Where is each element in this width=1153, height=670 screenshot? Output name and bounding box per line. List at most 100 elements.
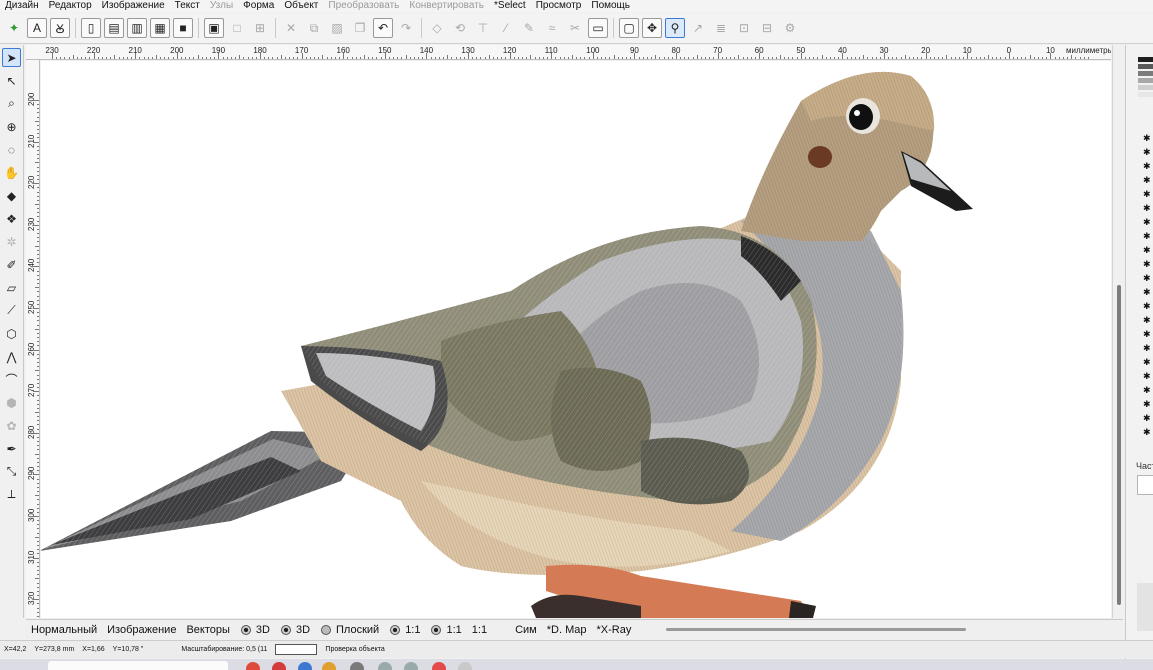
menu-item[interactable]: Редактор bbox=[44, 0, 97, 12]
ungroup-icon[interactable]: ⊟ bbox=[757, 18, 777, 38]
rotate-icon[interactable]: ⟲ bbox=[450, 18, 470, 38]
view-option-radio[interactable] bbox=[431, 624, 442, 635]
view-toggle[interactable]: *X-Ray bbox=[591, 624, 636, 636]
color-sequence-bullet[interactable]: ✱ bbox=[1143, 385, 1151, 396]
color-sequence-bullet[interactable]: ✱ bbox=[1143, 315, 1151, 326]
menu-item[interactable]: Узлы bbox=[205, 0, 238, 12]
magic-wand-icon[interactable]: ⚲ bbox=[665, 18, 685, 38]
knife-icon[interactable]: ⟋ bbox=[2, 301, 21, 320]
color-sequence-bullet[interactable]: ✱ bbox=[1143, 259, 1151, 270]
view-mode-tab[interactable]: Нормальный bbox=[26, 624, 102, 636]
brush-icon[interactable]: ✐ bbox=[2, 255, 21, 274]
wizard-icon[interactable]: ✦ bbox=[4, 18, 24, 38]
view-option-radio[interactable] bbox=[321, 624, 332, 635]
edit-icon[interactable]: ✎ bbox=[519, 18, 539, 38]
select-all-icon[interactable]: □ bbox=[227, 18, 247, 38]
view-option-label[interactable]: 3D bbox=[251, 624, 275, 636]
color-sequence-bullet[interactable]: ✱ bbox=[1143, 413, 1151, 424]
eraser-icon[interactable]: ▱ bbox=[2, 278, 21, 297]
view-option-radio[interactable] bbox=[240, 624, 251, 635]
color-sequence-bullet[interactable]: ✱ bbox=[1143, 175, 1151, 186]
thread-color-swatch[interactable] bbox=[1138, 78, 1153, 83]
color-sequence-bullet[interactable]: ✱ bbox=[1143, 287, 1151, 298]
taskbar-app-icon[interactable] bbox=[246, 662, 260, 670]
stitch-icon[interactable]: ≈ bbox=[542, 18, 562, 38]
color-sequence-bullet[interactable]: ✱ bbox=[1143, 147, 1151, 158]
save-icon[interactable]: ■ bbox=[173, 18, 193, 38]
fill-icon[interactable]: ◆ bbox=[2, 186, 21, 205]
thread-color-swatch[interactable] bbox=[1138, 92, 1153, 97]
view-option-label[interactable]: 1:1 bbox=[441, 624, 466, 636]
text-tool-icon[interactable]: A bbox=[27, 18, 47, 38]
node-edit-icon[interactable]: ↖ bbox=[2, 71, 21, 90]
menu-item[interactable]: Помощь bbox=[586, 0, 635, 12]
view-option-label[interactable]: 3D bbox=[291, 624, 315, 636]
menu-item[interactable]: Изображение bbox=[97, 0, 170, 12]
color-sequence-bullet[interactable]: ✱ bbox=[1143, 273, 1151, 284]
menu-item[interactable]: Текст bbox=[170, 0, 205, 12]
select-arrow-icon[interactable]: ➤ bbox=[2, 48, 21, 67]
select-frame-icon[interactable]: ▣ bbox=[204, 18, 224, 38]
delete-icon[interactable]: ✕ bbox=[281, 18, 301, 38]
undo-icon[interactable]: ↶ bbox=[373, 18, 393, 38]
settings-icon[interactable]: ⚙ bbox=[780, 18, 800, 38]
color-sequence-bullet[interactable]: ✱ bbox=[1143, 399, 1151, 410]
menu-item[interactable]: Просмотр bbox=[531, 0, 587, 12]
thread-color-swatch[interactable] bbox=[1138, 57, 1153, 62]
view-option-label[interactable]: 1:1 bbox=[400, 624, 425, 636]
zoom-select-icon[interactable]: ⊕ bbox=[2, 117, 21, 136]
view-toggle[interactable]: 1:1 bbox=[467, 624, 492, 636]
color-sequence-bullet[interactable]: ✱ bbox=[1143, 217, 1151, 228]
color-sequence-bullet[interactable]: ✱ bbox=[1143, 371, 1151, 382]
color-sequence-bullet[interactable]: ✱ bbox=[1143, 133, 1151, 144]
node-icon[interactable]: ◇ bbox=[427, 18, 447, 38]
scissor-icon[interactable]: ✂ bbox=[565, 18, 585, 38]
taskbar-search[interactable] bbox=[48, 661, 228, 670]
view-mode-tab[interactable]: Изображение bbox=[102, 624, 181, 636]
card-icon[interactable]: ▭ bbox=[588, 18, 608, 38]
taskbar-app-icon[interactable] bbox=[272, 662, 286, 670]
design-canvas[interactable] bbox=[41, 61, 1111, 618]
color-sequence-bullet[interactable]: ✱ bbox=[1143, 301, 1151, 312]
color-sequence-bullet[interactable]: ✱ bbox=[1143, 357, 1151, 368]
taskbar-app-icon[interactable] bbox=[322, 662, 336, 670]
connector-icon[interactable]: ↗ bbox=[688, 18, 708, 38]
lettering-icon[interactable]: Ꙋ bbox=[50, 18, 70, 38]
scale-input-box[interactable] bbox=[275, 644, 318, 655]
hand-pan-icon[interactable]: ✋ bbox=[2, 163, 21, 182]
shape-icon[interactable]: ▢ bbox=[619, 18, 639, 38]
import-icon[interactable]: ▥ bbox=[127, 18, 147, 38]
eyedropper-icon[interactable]: ⁄ bbox=[496, 18, 516, 38]
zigzag-icon[interactable]: ⋀ bbox=[2, 347, 21, 366]
paste-icon[interactable]: ▨ bbox=[327, 18, 347, 38]
color-sequence-bullet[interactable]: ✱ bbox=[1143, 203, 1151, 214]
shirt-icon[interactable]: ⊤ bbox=[473, 18, 493, 38]
scrollbar-thumb[interactable] bbox=[1117, 285, 1121, 605]
view-option-radio[interactable] bbox=[280, 624, 291, 635]
color-sequence-bullet[interactable]: ✱ bbox=[1143, 231, 1151, 242]
taskbar-app-icon[interactable] bbox=[350, 662, 364, 670]
view-option-label[interactable]: Плоский bbox=[331, 624, 384, 636]
color-sequence-bullet[interactable]: ✱ bbox=[1143, 329, 1151, 340]
thread-color-swatch[interactable] bbox=[1138, 85, 1153, 90]
embroidered-dove-image[interactable] bbox=[41, 61, 1111, 618]
view-toggle[interactable]: Сим bbox=[510, 624, 542, 636]
view-option-radio[interactable] bbox=[390, 624, 401, 635]
thread-color-swatch[interactable] bbox=[1138, 64, 1153, 69]
pen-icon[interactable]: ✒ bbox=[2, 439, 21, 458]
align-icon[interactable]: ≣ bbox=[711, 18, 731, 38]
object-frame-icon[interactable]: ⊞ bbox=[250, 18, 270, 38]
open-file-icon[interactable]: ▤ bbox=[104, 18, 124, 38]
browse-icon[interactable]: ▦ bbox=[150, 18, 170, 38]
menu-item[interactable]: Форма bbox=[238, 0, 279, 12]
menu-item[interactable]: Преобразовать bbox=[323, 0, 404, 12]
lasso-icon[interactable]: ◌ bbox=[2, 140, 21, 159]
taskbar-app-icon[interactable] bbox=[458, 662, 472, 670]
view-scroll-slider[interactable] bbox=[666, 628, 967, 631]
menu-item[interactable]: Дизайн bbox=[0, 0, 44, 12]
view-toggle[interactable]: *D. Map bbox=[542, 624, 592, 636]
color-sequence-bullet[interactable]: ✱ bbox=[1143, 245, 1151, 256]
group-icon[interactable]: ⊡ bbox=[734, 18, 754, 38]
nudge-icon[interactable]: ✥ bbox=[642, 18, 662, 38]
menu-item[interactable]: *Select bbox=[489, 0, 531, 12]
